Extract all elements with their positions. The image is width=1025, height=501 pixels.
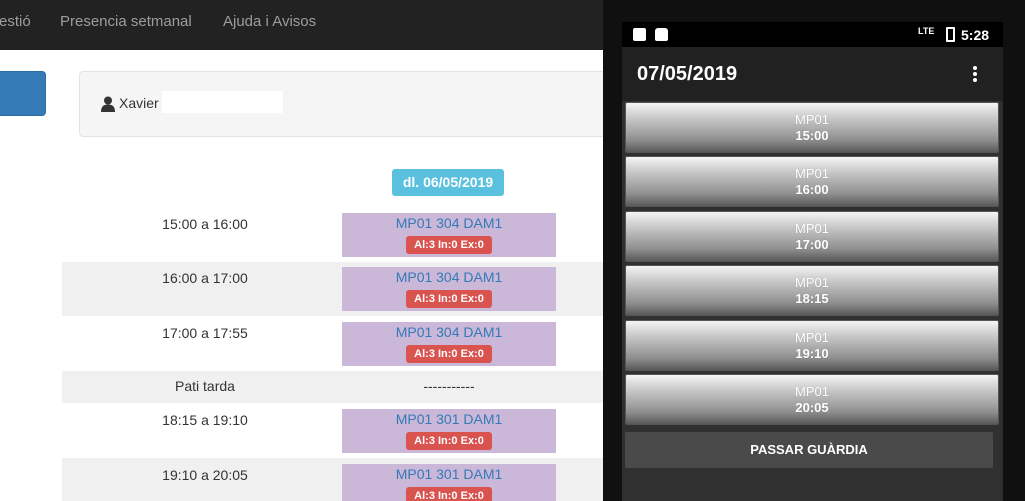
slot-subject-link[interactable]: MP01 304 DAM1 [342,324,556,340]
class-button[interactable]: MP01 15:00 [625,102,999,153]
row-time: 15:00 a 16:00 [162,216,248,232]
class-time: 15:00 [795,128,829,143]
row-time: 17:00 a 17:55 [162,325,248,341]
phone-screen: LTE 5:28 07/05/2019 MP01 15:00 MP01 16:0… [622,22,1003,501]
side-primary-button[interactable] [0,71,46,116]
class-button[interactable]: MP01 16:00 [625,156,999,207]
redacted-surname [162,91,283,113]
slot-subject-link[interactable]: MP01 301 DAM1 [342,466,556,482]
slot-subject-link[interactable]: MP01 304 DAM1 [342,215,556,231]
attendance-badge: Al:3 In:0 Ex:0 [406,432,492,450]
schedule-row: 19:10 a 20:05 MP01 301 DAM1 Al:3 In:0 Ex… [62,458,622,501]
schedule-row: 18:15 a 19:10 MP01 301 DAM1 Al:3 In:0 Ex… [62,403,622,458]
class-slot[interactable]: MP01 304 DAM1 Al:3 In:0 Ex:0 [342,213,556,257]
schedule-row: 15:00 a 16:00 MP01 304 DAM1 Al:3 In:0 Ex… [62,205,622,262]
date-badge: dl. 06/05/2019 [392,169,504,196]
class-subject: MP01 [795,221,829,236]
signal-icon: LTE [918,26,935,36]
class-time: 20:05 [795,400,829,415]
attendance-badge: Al:3 In:0 Ex:0 [406,345,492,363]
class-time: 19:10 [795,346,829,361]
schedule-row: 17:00 a 17:55 MP01 304 DAM1 Al:3 In:0 Ex… [62,316,622,371]
sd-card-icon [633,28,646,41]
nav-item-presencia-setmanal[interactable]: Presencia setmanal [60,13,192,30]
user-panel: Xavier [79,71,639,137]
slot-subject-link[interactable]: MP01 301 DAM1 [342,411,556,427]
empty-slot: ----------- [423,378,475,394]
schedule-row: 16:00 a 17:00 MP01 304 DAM1 Al:3 In:0 Ex… [62,262,622,316]
attendance-badge: Al:3 In:0 Ex:0 [406,236,492,254]
slot-subject-link[interactable]: MP01 304 DAM1 [342,269,556,285]
class-subject: MP01 [795,384,829,399]
class-subject: MP01 [795,166,829,181]
class-time: 17:00 [795,237,829,252]
app-bar: 07/05/2019 [622,47,1003,101]
status-bar: LTE 5:28 [622,22,1003,47]
class-button[interactable]: MP01 18:15 [625,265,999,316]
class-slot[interactable]: MP01 301 DAM1 Al:3 In:0 Ex:0 [342,464,556,501]
attendance-badge: Al:3 In:0 Ex:0 [406,487,492,501]
nav-item-gestio[interactable]: estió [0,13,31,30]
overflow-menu-icon[interactable] [973,66,977,82]
battery-icon [946,27,955,42]
class-slot[interactable]: MP01 304 DAM1 Al:3 In:0 Ex:0 [342,322,556,366]
class-button[interactable]: MP01 17:00 [625,211,999,262]
class-time: 18:15 [795,291,829,306]
class-button[interactable]: MP01 19:10 [625,320,999,371]
class-time: 16:00 [795,182,829,197]
nav-item-ajuda-avisos[interactable]: Ajuda i Avisos [223,13,316,30]
row-time: 16:00 a 17:00 [162,270,248,286]
android-icon [655,28,668,41]
class-slot[interactable]: MP01 304 DAM1 Al:3 In:0 Ex:0 [342,267,556,311]
class-subject: MP01 [795,330,829,345]
user-icon [101,96,115,112]
class-button[interactable]: MP01 20:05 [625,374,999,425]
user-name: Xavier [119,95,159,111]
row-time: 19:10 a 20:05 [162,467,248,483]
attendance-badge: Al:3 In:0 Ex:0 [406,290,492,308]
class-subject: MP01 [795,112,829,127]
class-subject: MP01 [795,275,829,290]
passar-guardia-button[interactable]: PASSAR GUÀRDIA [625,432,993,468]
row-time: Pati tarda [175,378,235,394]
status-time: 5:28 [961,27,990,43]
class-slot[interactable]: MP01 301 DAM1 Al:3 In:0 Ex:0 [342,409,556,453]
app-title: 07/05/2019 [637,63,738,85]
phone-emulator: LTE 5:28 07/05/2019 MP01 15:00 MP01 16:0… [603,0,1025,501]
schedule-row-break: Pati tarda ----------- [62,371,622,403]
row-time: 18:15 a 19:10 [162,412,248,428]
